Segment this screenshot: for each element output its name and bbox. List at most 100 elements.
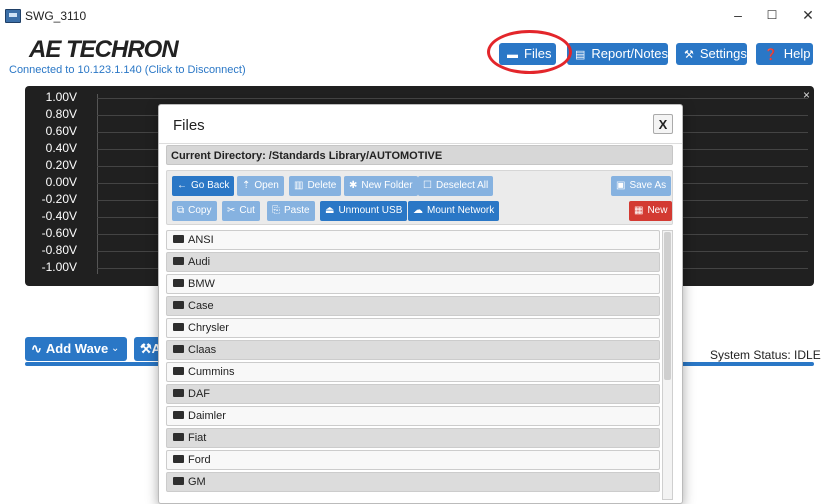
folder-name: Case — [188, 300, 214, 312]
report-notes-label: Report/Notes — [591, 46, 668, 61]
y-tick-label: 0.20V — [45, 158, 77, 172]
folder-name: Audi — [188, 256, 211, 268]
mount-network-button[interactable]: ☁ Mount Network — [408, 201, 500, 221]
settings-label: Settings — [699, 46, 747, 61]
dialog-title: Files — [173, 117, 205, 134]
go-back-label: Go Back — [191, 180, 230, 191]
folder-name: Ford — [188, 454, 211, 466]
list-item[interactable]: Fiat — [166, 428, 660, 448]
connection-link[interactable]: Connected to 10.123.1.140 (Click to Disc… — [9, 64, 246, 76]
paste-button[interactable]: ⎘ Paste — [267, 201, 315, 221]
open-button[interactable]: ⇡ Open — [237, 176, 284, 196]
folder-icon — [173, 257, 184, 265]
copy-icon: ⧉ — [177, 205, 185, 216]
unmount-usb-label: Unmount USB — [338, 205, 403, 216]
new-label: New — [647, 205, 668, 216]
plot-axis — [97, 94, 98, 274]
deselect-all-button[interactable]: ☐ Deselect All — [418, 176, 494, 196]
save-as-label: Save As — [629, 180, 667, 191]
paste-label: Paste — [284, 205, 310, 216]
folder-icon — [173, 235, 184, 243]
deselect-all-label: Deselect All — [435, 180, 489, 191]
folder-name: ANSI — [188, 234, 214, 246]
report-notes-button[interactable]: ▤ Report/Notes — [567, 43, 668, 65]
list-item[interactable]: Audi — [166, 252, 660, 272]
folder-icon — [173, 389, 184, 397]
list-item[interactable]: Ford — [166, 450, 660, 470]
cut-icon: ✂ — [227, 205, 236, 216]
logo: AE TECHRON — [29, 36, 179, 63]
chevron-down-icon[interactable]: ⌄ — [111, 337, 119, 361]
save-as-button[interactable]: ▣ Save As — [611, 176, 672, 196]
folder-list: ANSI Audi BMW Case Chrysler Claas Cummin… — [166, 230, 660, 500]
cut-button[interactable]: ✂ Cut — [222, 201, 260, 221]
file-toolbar: ← Go Back ⇡ Open ▥ Delete ✱ New Folder ☐ Dese… — [166, 170, 673, 225]
help-label: Help — [783, 46, 811, 61]
list-item[interactable]: Chrysler — [166, 318, 660, 338]
y-tick-label: -1.00V — [41, 260, 77, 274]
cut-label: Cut — [239, 205, 255, 216]
mount-network-label: Mount Network — [427, 205, 495, 216]
maximize-button[interactable]: ☐ — [758, 4, 786, 26]
highlight-circle — [487, 30, 572, 74]
clipboard-icon: ▤ — [575, 49, 586, 61]
list-item[interactable]: Cummins — [166, 362, 660, 382]
list-item[interactable]: Claas — [166, 340, 660, 360]
go-back-button[interactable]: ← Go Back — [172, 176, 235, 196]
trash-icon: ▥ — [294, 180, 304, 191]
folder-icon — [173, 477, 184, 485]
current-directory: Current Directory: /Standards Library/AU… — [166, 145, 673, 165]
new-button[interactable]: ▦ New — [629, 201, 673, 221]
paste-icon: ⎘ — [272, 205, 280, 216]
folder-name: GM — [188, 476, 206, 488]
settings-button[interactable]: ⚒ Settings — [676, 43, 747, 65]
list-item[interactable]: DAF — [166, 384, 660, 404]
plot-close-icon[interactable]: × — [803, 88, 810, 102]
wave-icon: ∿ — [31, 341, 42, 356]
minimize-button[interactable]: – — [724, 4, 752, 26]
divider — [159, 143, 682, 144]
square-icon: ☐ — [423, 180, 432, 191]
folder-name: DAF — [188, 388, 210, 400]
folder-name: BMW — [188, 278, 215, 290]
delete-button[interactable]: ▥ Delete — [289, 176, 342, 196]
system-status: System Status: IDLE — [710, 348, 821, 362]
window-titlebar: SWG_3110 – ☐ ✕ — [0, 0, 828, 30]
add-wave-label: Add Wave — [45, 341, 109, 356]
list-item[interactable]: GM — [166, 472, 660, 492]
folder-name: Cummins — [188, 366, 235, 378]
unmount-usb-button[interactable]: ⏏ Unmount USB — [320, 201, 408, 221]
wrench-icon: ⚒ — [140, 341, 152, 356]
new-folder-button[interactable]: ✱ New Folder — [344, 176, 418, 196]
y-tick-label: 0.00V — [45, 175, 77, 189]
dialog-close-button[interactable]: X — [653, 114, 673, 134]
arrow-left-icon: ← — [177, 180, 187, 191]
folder-name: Claas — [188, 344, 217, 356]
folder-icon — [173, 433, 184, 441]
y-tick-label: 0.80V — [45, 107, 77, 121]
help-button[interactable]: ❓ Help — [756, 43, 813, 65]
copy-button[interactable]: ⧉ Copy — [172, 201, 217, 221]
close-window-button[interactable]: ✕ — [794, 4, 822, 26]
folder-icon — [173, 411, 184, 419]
scrollbar-thumb[interactable] — [664, 232, 671, 380]
wrench-icon: ⚒ — [684, 49, 694, 61]
copy-label: Copy — [188, 205, 212, 216]
list-item[interactable]: BMW — [166, 274, 660, 294]
grid-line — [97, 98, 808, 99]
window-title: SWG_3110 — [25, 9, 87, 23]
new-folder-label: New Folder — [361, 180, 413, 191]
list-item[interactable]: ANSI — [166, 230, 660, 250]
save-icon: ▣ — [616, 180, 626, 191]
folder-name: Daimler — [188, 410, 226, 422]
folder-list-scrollbar[interactable] — [662, 230, 673, 500]
y-tick-label: -0.40V — [41, 209, 77, 223]
folder-icon — [173, 367, 184, 375]
upload-icon: ⇡ — [242, 180, 251, 191]
folder-icon — [173, 279, 184, 287]
folder-icon — [173, 455, 184, 463]
list-item[interactable]: Daimler — [166, 406, 660, 426]
y-tick-label: 0.40V — [45, 141, 77, 155]
y-tick-label: -0.80V — [41, 243, 77, 257]
list-item[interactable]: Case — [166, 296, 660, 316]
